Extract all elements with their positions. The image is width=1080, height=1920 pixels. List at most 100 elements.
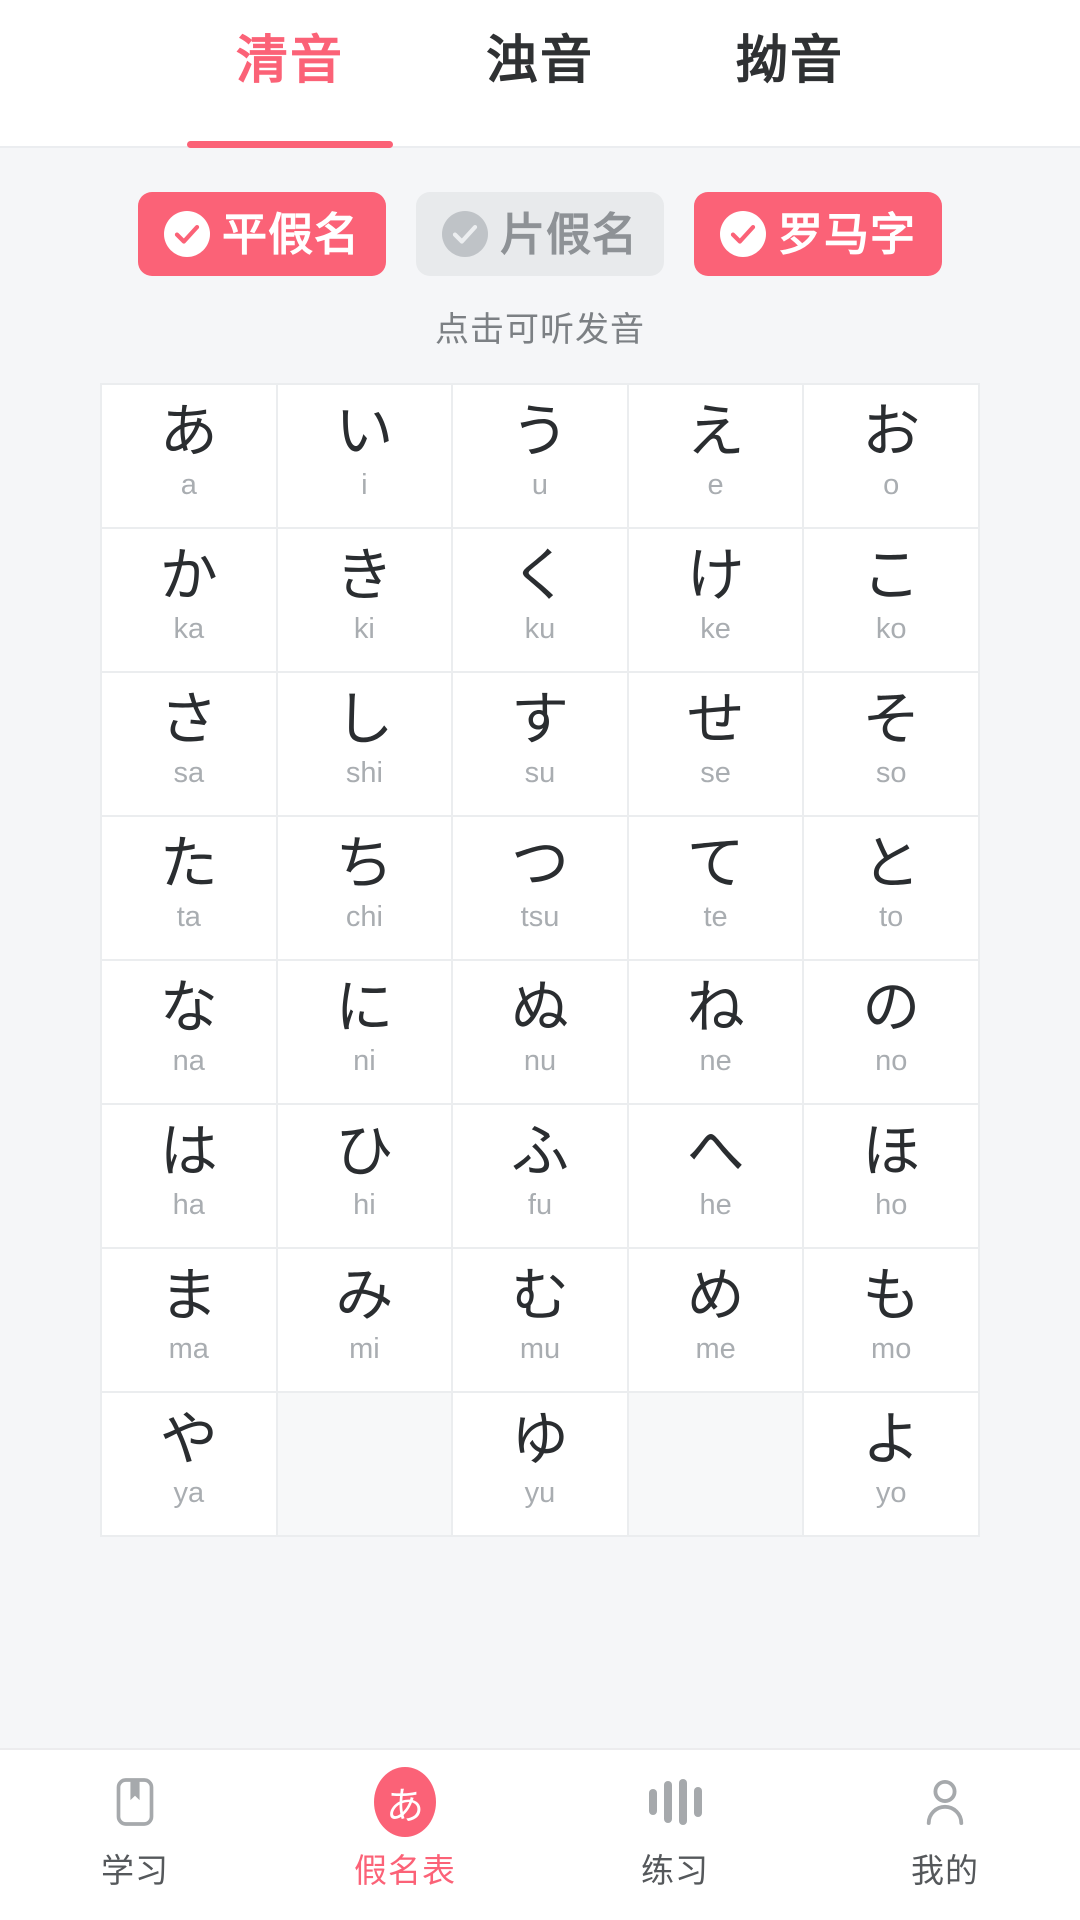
kana-romaji: ha	[172, 1189, 205, 1222]
kana-character: す	[510, 685, 569, 754]
kana-character: え	[686, 397, 745, 466]
kana-cell[interactable]: おo	[804, 385, 980, 529]
kana-cell[interactable]: えe	[628, 385, 805, 529]
kana-romaji: i	[361, 469, 368, 502]
kana-character: ひ	[335, 1117, 394, 1186]
bars-icon	[648, 1774, 702, 1830]
kana-romaji: hi	[353, 1189, 376, 1222]
kana-cell[interactable]: め me	[628, 1249, 805, 1393]
kana-romaji: ki	[353, 613, 375, 646]
kana-romaji: ku	[524, 613, 556, 646]
kana-romaji: ne	[699, 1045, 732, 1078]
kana-romaji: no	[875, 1045, 908, 1078]
kana-romaji: to	[879, 901, 904, 934]
kana-cell[interactable]: か ka	[102, 529, 278, 673]
filter-chip-hiragana[interactable]: 平假名	[137, 192, 386, 276]
kana-cell[interactable]: そ so	[804, 673, 980, 817]
kana-cell[interactable]: さ sa	[102, 673, 278, 817]
nav-item-study[interactable]: 学习	[0, 1774, 270, 1892]
check-circle-icon	[163, 211, 210, 257]
nav-item-kana-table[interactable]: あ 假名表	[270, 1767, 540, 1892]
kana-character: お	[862, 397, 921, 466]
check-circle-icon	[720, 211, 766, 257]
kana-romaji: nu	[523, 1045, 557, 1078]
kana-character: け	[686, 541, 745, 610]
tab-label: 拗音	[735, 32, 844, 90]
kana-cell[interactable]: て te	[628, 817, 805, 961]
kana-character: な	[159, 973, 218, 1042]
kana-romaji: te	[703, 901, 728, 934]
kana-character: に	[335, 973, 394, 1042]
bottom-navigation-bar: 学习 あ 假名表 练习 我的	[0, 1748, 1080, 1920]
kana-cell[interactable]: うu	[453, 385, 629, 529]
kana-cell[interactable]: ち chi	[277, 817, 454, 961]
kana-cell[interactable]: ひ hi	[277, 1105, 454, 1249]
kana-cell[interactable]: も mo	[804, 1249, 980, 1393]
nav-item-label: 学习	[101, 1852, 169, 1889]
kana-cell[interactable]: す su	[453, 673, 629, 817]
tab-dakuon[interactable]: 浊音	[415, 0, 665, 148]
kana-cell[interactable]: く ku	[453, 529, 629, 673]
kana-character: ふ	[510, 1117, 569, 1186]
kana-character: こ	[862, 541, 921, 610]
kana-cell[interactable]: ほ ho	[804, 1105, 980, 1249]
kana-cell[interactable]: と to	[804, 817, 980, 961]
tab-youon[interactable]: 拗音	[665, 0, 915, 148]
kana-romaji: sa	[173, 757, 205, 790]
bars-icon-shape	[648, 1779, 702, 1825]
pronunciation-hint: 点击可听发音	[435, 311, 645, 349]
kana-romaji: mo	[871, 1333, 912, 1366]
kana-character: よ	[862, 1405, 921, 1474]
script-filter-group: 平假名 片假名 罗马字	[0, 148, 1080, 276]
filter-chip-katakana[interactable]: 片假名	[415, 192, 664, 276]
nav-item-practice[interactable]: 练习	[540, 1774, 810, 1892]
kana-cell[interactable]: む mu	[453, 1249, 629, 1393]
kana-cell[interactable]: ね ne	[628, 961, 805, 1105]
kana-cell[interactable]: ぬ nu	[453, 961, 629, 1105]
tab-seion[interactable]: 清音	[165, 0, 415, 148]
kana-cell[interactable]: き ki	[277, 529, 454, 673]
kana-cell[interactable]: は ha	[102, 1105, 278, 1249]
kana-character: や	[159, 1405, 218, 1474]
kana-cell[interactable]: ま ma	[102, 1249, 278, 1393]
kana-cell[interactable]: の no	[804, 961, 980, 1105]
kana-character: ぬ	[510, 973, 569, 1042]
kana-character: み	[335, 1261, 394, 1330]
tab-label: 浊音	[485, 32, 594, 90]
kana-character: さ	[159, 685, 218, 754]
kana-cell[interactable]: に ni	[277, 961, 454, 1105]
kana-cell[interactable]: いi	[277, 385, 454, 529]
kana-romaji: yo	[875, 1477, 907, 1510]
kana-cell[interactable]: つ tsu	[453, 817, 629, 961]
kana-cell-empty	[628, 1393, 805, 1537]
kana-cell[interactable]: や ya	[102, 1393, 278, 1537]
kana-cell[interactable]: へ he	[628, 1105, 805, 1249]
kana-cell[interactable]: こ ko	[804, 529, 980, 673]
kana-cell[interactable]: ゆ yu	[453, 1393, 629, 1537]
kana-cell[interactable]: し shi	[277, 673, 454, 817]
filter-chip-romaji[interactable]: 罗马字	[694, 192, 943, 276]
nav-item-profile[interactable]: 我的	[810, 1774, 1080, 1892]
kana-romaji: shi	[345, 757, 383, 790]
kana-romaji: ho	[875, 1189, 908, 1222]
kana-character: む	[510, 1261, 569, 1330]
kana-cell[interactable]: な na	[102, 961, 278, 1105]
kana-cell[interactable]: ふ fu	[453, 1105, 629, 1249]
kana-cell[interactable]: た ta	[102, 817, 278, 961]
kana-character: せ	[686, 685, 745, 754]
kana-character: は	[159, 1117, 218, 1186]
kana-character: ね	[686, 973, 745, 1042]
kana-character: の	[862, 973, 921, 1042]
kana-cell[interactable]: け ke	[628, 529, 805, 673]
kana-character: と	[862, 829, 921, 898]
kana-romaji: so	[875, 757, 907, 790]
kana-cell[interactable]: み mi	[277, 1249, 454, 1393]
kana-cell[interactable]: せ se	[628, 673, 805, 817]
kana-character: い	[335, 397, 394, 466]
kana-cell-empty	[277, 1393, 454, 1537]
kana-cell[interactable]: よ yo	[804, 1393, 980, 1537]
kana-character: し	[335, 685, 394, 754]
kana-character: ち	[335, 829, 394, 898]
kana-cell[interactable]: あa	[102, 385, 278, 529]
kana-romaji: ni	[353, 1045, 376, 1078]
